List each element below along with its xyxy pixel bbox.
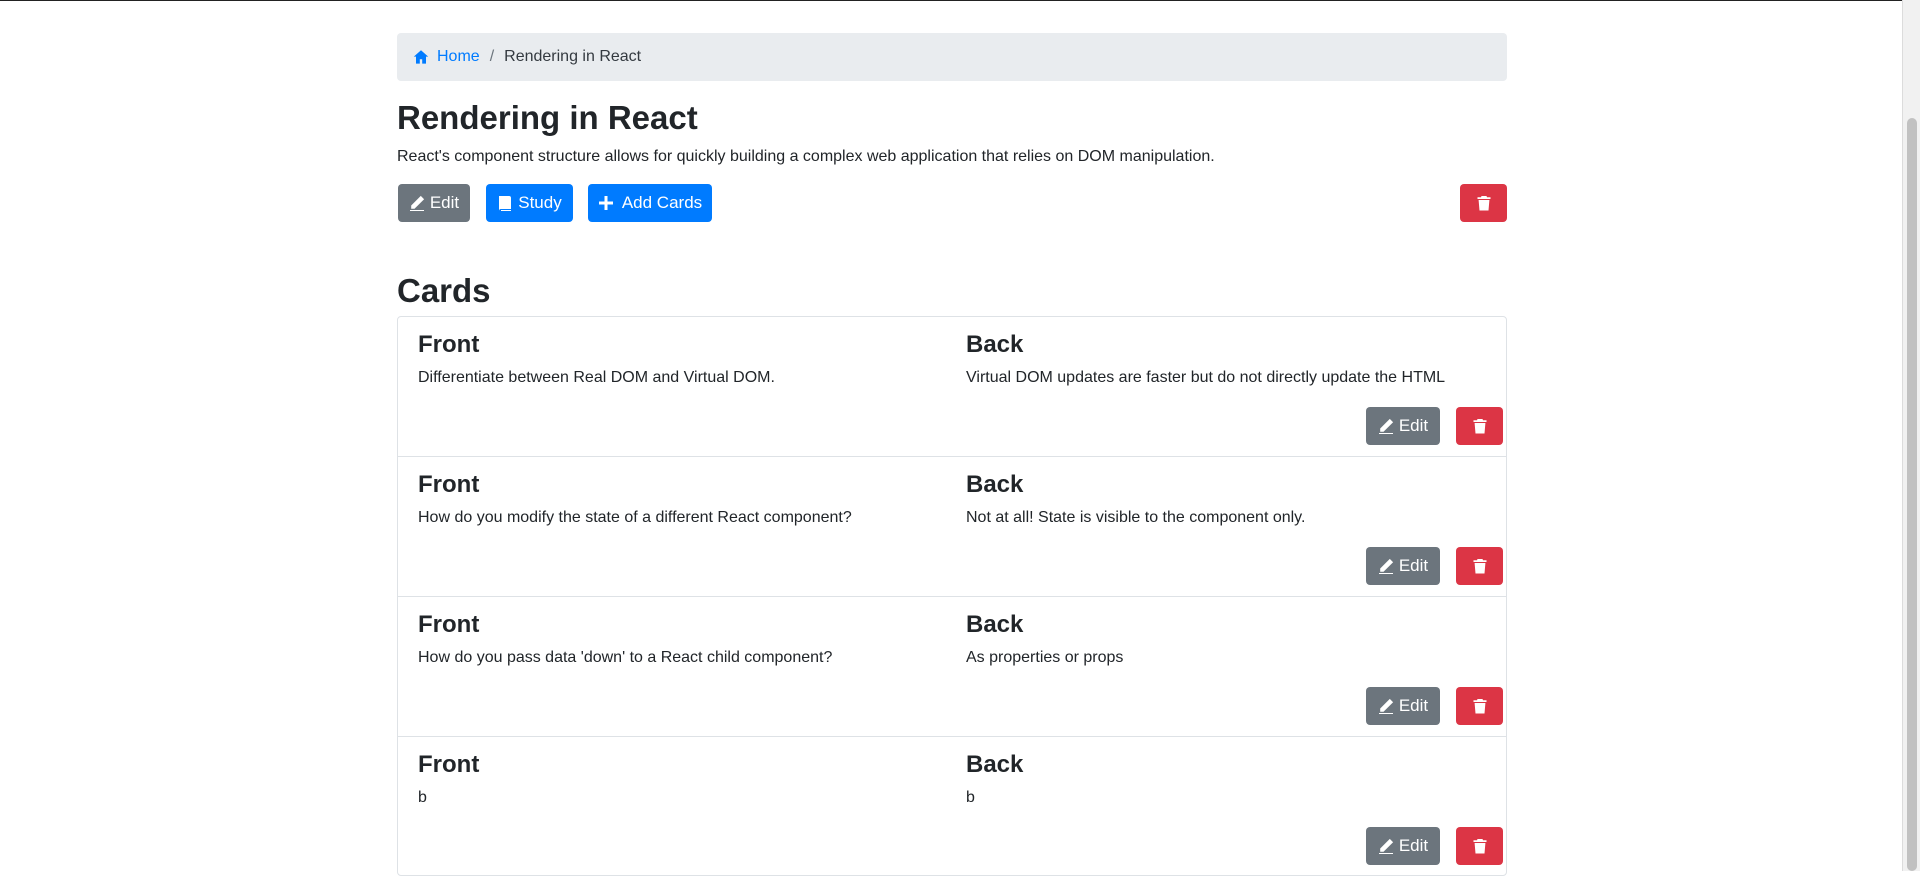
card-front: Front b: [418, 749, 948, 809]
edit-card-label: Edit: [1398, 836, 1429, 855]
back-text: b: [966, 789, 975, 806]
delete-card-button[interactable]: [1456, 687, 1503, 725]
card-list: Front Differentiate between Real DOM and…: [397, 316, 1507, 876]
trash-icon: [1473, 699, 1486, 714]
deck-description: React's component structure allows for q…: [397, 148, 1215, 165]
plus-icon: [598, 196, 613, 210]
edit-card-label: Edit: [1398, 556, 1429, 575]
trash-icon: [1477, 196, 1490, 211]
card-item: Front Differentiate between Real DOM and…: [398, 317, 1506, 457]
pencil-icon: [1378, 838, 1393, 854]
edit-card-button[interactable]: Edit: [1366, 687, 1440, 725]
delete-card-button[interactable]: [1456, 827, 1503, 865]
breadcrumb-current: Rendering in React: [504, 48, 642, 65]
pencil-icon: [409, 195, 424, 211]
card-front: Front How do you modify the state of a d…: [418, 469, 948, 529]
card-front: Front How do you pass data 'down' to a R…: [418, 609, 948, 669]
back-text: As properties or props: [966, 649, 1124, 666]
edit-card-label: Edit: [1398, 416, 1429, 435]
card-back: Back Not at all! State is visible to the…: [966, 469, 1486, 529]
add-cards-button[interactable]: Add Cards: [588, 184, 712, 222]
book-icon: [499, 196, 512, 211]
back-heading: Back: [966, 471, 1024, 498]
front-text: Differentiate between Real DOM and Virtu…: [418, 369, 775, 386]
edit-deck-button[interactable]: Edit: [398, 184, 470, 222]
edit-card-button[interactable]: Edit: [1366, 827, 1440, 865]
delete-card-button[interactable]: [1456, 407, 1503, 445]
page-scrollbar[interactable]: [1902, 0, 1920, 871]
edit-card-label: Edit: [1398, 696, 1429, 715]
window-top-border: [0, 0, 1902, 1]
front-text: How do you modify the state of a differe…: [418, 509, 852, 526]
card-back: Back Virtual DOM updates are faster but …: [966, 329, 1486, 389]
edit-card-button[interactable]: Edit: [1366, 547, 1440, 585]
edit-deck-label: Edit: [429, 193, 460, 212]
back-text: Not at all! State is visible to the comp…: [966, 509, 1306, 526]
back-heading: Back: [966, 611, 1024, 638]
scrollbar-thumb[interactable]: [1907, 118, 1917, 871]
front-heading: Front: [418, 751, 480, 778]
pencil-icon: [1378, 558, 1393, 574]
card-item: Front How do you modify the state of a d…: [398, 457, 1506, 597]
deck-title: Rendering in React: [397, 99, 698, 136]
card-front: Front Differentiate between Real DOM and…: [418, 329, 948, 389]
front-text: How do you pass data 'down' to a React c…: [418, 649, 833, 666]
front-text: b: [418, 789, 427, 806]
pencil-icon: [1378, 418, 1393, 434]
back-heading: Back: [966, 331, 1024, 358]
study-label: Study: [518, 193, 562, 212]
trash-icon: [1473, 419, 1486, 434]
home-icon: [413, 50, 429, 64]
front-heading: Front: [418, 471, 480, 498]
card-item: Front How do you pass data 'down' to a R…: [398, 597, 1506, 737]
card-item: Front b Back b Edit: [398, 737, 1506, 877]
delete-card-button[interactable]: [1456, 547, 1503, 585]
card-back: Back b: [966, 749, 1486, 809]
trash-icon: [1473, 559, 1486, 574]
card-back: Back As properties or props: [966, 609, 1486, 669]
breadcrumb-home-link[interactable]: Home: [413, 48, 480, 66]
breadcrumb-separator: /: [489, 48, 495, 65]
trash-icon: [1473, 839, 1486, 854]
pencil-icon: [1378, 698, 1393, 714]
breadcrumb-home-label: Home: [437, 48, 480, 65]
back-text: Virtual DOM updates are faster but do no…: [966, 369, 1446, 386]
front-heading: Front: [418, 331, 480, 358]
study-button[interactable]: Study: [486, 184, 573, 222]
edit-card-button[interactable]: Edit: [1366, 407, 1440, 445]
front-heading: Front: [418, 611, 480, 638]
add-cards-label: Add Cards: [621, 193, 703, 212]
back-heading: Back: [966, 751, 1024, 778]
breadcrumb: Home / Rendering in React: [397, 33, 1507, 81]
cards-heading: Cards: [397, 272, 491, 309]
delete-deck-button[interactable]: [1460, 184, 1507, 222]
